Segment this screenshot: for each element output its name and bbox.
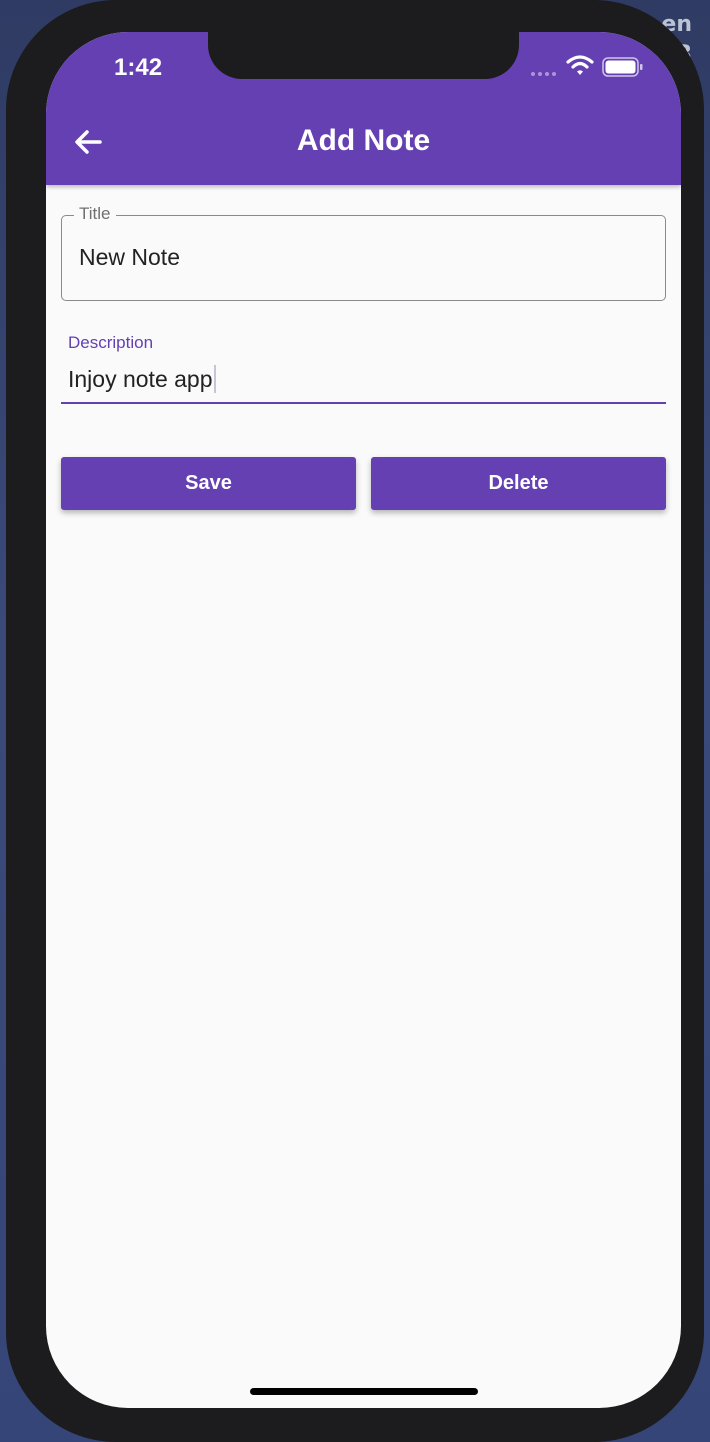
signal-icon: [531, 72, 556, 76]
description-field-text: Injoy note app: [68, 366, 213, 392]
title-field-value: New Note: [79, 244, 180, 270]
home-indicator[interactable]: [250, 1388, 478, 1395]
description-field[interactable]: Injoy note app: [61, 358, 666, 404]
phone-notch: [208, 32, 519, 79]
page-title: Add Note: [296, 124, 431, 157]
status-time: 1:42: [114, 54, 163, 81]
save-button[interactable]: Save: [61, 457, 356, 510]
description-field-value: Injoy note app: [68, 364, 216, 394]
text-cursor: [213, 365, 216, 393]
title-field-label: Title: [74, 203, 116, 225]
phone-screen: 1:42 Add Note Title New Note Description…: [46, 32, 681, 1408]
description-field-label: Description: [68, 333, 154, 352]
title-field[interactable]: Title New Note: [61, 203, 666, 301]
wifi-icon: [566, 55, 594, 75]
phone-frame: 1:42 Add Note Title New Note Description…: [6, 0, 704, 1442]
battery-icon: [602, 57, 643, 77]
delete-button[interactable]: Delete: [371, 457, 666, 510]
